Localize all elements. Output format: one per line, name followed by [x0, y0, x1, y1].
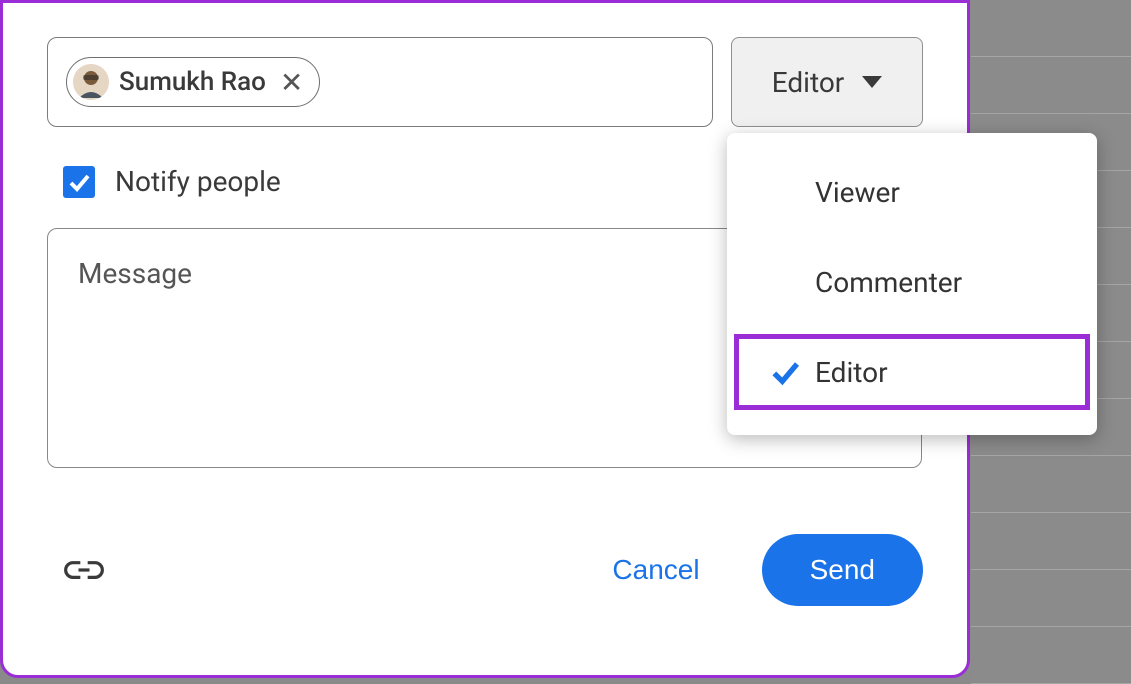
role-option-label: Viewer: [815, 176, 900, 209]
people-input[interactable]: Sumukh Rao ✕: [47, 37, 713, 127]
notify-label: Notify people: [115, 165, 281, 198]
role-option-commenter[interactable]: Commenter: [727, 237, 1097, 327]
check-icon: [755, 356, 815, 388]
role-option-label: Editor: [815, 356, 888, 389]
role-dropdown: Viewer Commenter Editor: [727, 133, 1097, 435]
notify-checkbox[interactable]: [63, 166, 95, 198]
caret-down-icon: [862, 76, 882, 88]
role-select-label: Editor: [772, 66, 845, 99]
role-option-label: Commenter: [815, 266, 962, 299]
chip-name: Sumukh Rao: [119, 67, 266, 97]
cancel-button[interactable]: Cancel: [586, 540, 725, 600]
person-chip: Sumukh Rao ✕: [66, 57, 320, 107]
remove-person-icon[interactable]: ✕: [276, 66, 307, 99]
role-option-editor[interactable]: Editor: [727, 327, 1097, 417]
send-button[interactable]: Send: [762, 534, 923, 606]
avatar: [73, 64, 109, 100]
copy-link-button[interactable]: [61, 547, 107, 593]
role-option-viewer[interactable]: Viewer: [727, 147, 1097, 237]
role-select-button[interactable]: Editor: [731, 37, 923, 127]
